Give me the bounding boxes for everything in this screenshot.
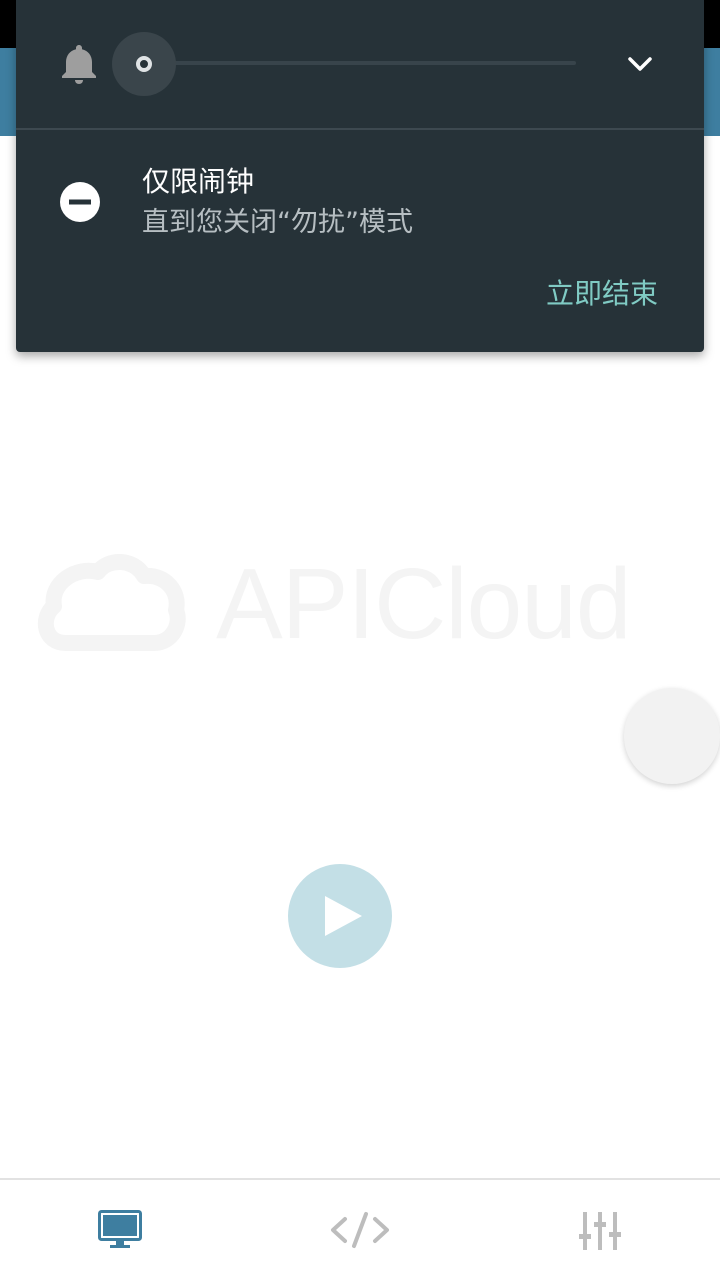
nav-tab-settings[interactable] — [480, 1180, 720, 1282]
dnd-mode-subtitle: 直到您关闭“勿扰”模式 — [142, 207, 413, 238]
floating-assistive-ball[interactable] — [624, 688, 720, 784]
bottom-navigation — [0, 1178, 720, 1282]
monitor-icon — [98, 1210, 142, 1248]
code-icon — [331, 1212, 389, 1248]
dnd-mode-title: 仅限闹钟 — [142, 165, 255, 198]
end-now-button[interactable]: 立即结束 — [546, 274, 658, 314]
minus-circle-icon[interactable] — [60, 182, 100, 222]
play-button[interactable] — [288, 864, 392, 968]
cloud-logo-icon — [38, 554, 186, 651]
watermark-text: APICloud — [216, 548, 631, 660]
volume-slider-thumb[interactable] — [136, 56, 152, 72]
volume-slider-track[interactable] — [160, 61, 576, 65]
watermark-logo: APICloud — [36, 548, 636, 668]
nav-tab-preview[interactable] — [0, 1180, 240, 1282]
play-icon — [325, 896, 362, 936]
bell-icon — [62, 45, 96, 84]
chevron-down-icon[interactable] — [626, 54, 654, 74]
do-not-disturb-panel: 仅限闹钟 直到您关闭“勿扰”模式 立即结束 — [16, 0, 704, 352]
nav-tab-code[interactable] — [240, 1180, 480, 1282]
panel-divider — [16, 128, 704, 130]
sliders-icon — [579, 1212, 621, 1250]
